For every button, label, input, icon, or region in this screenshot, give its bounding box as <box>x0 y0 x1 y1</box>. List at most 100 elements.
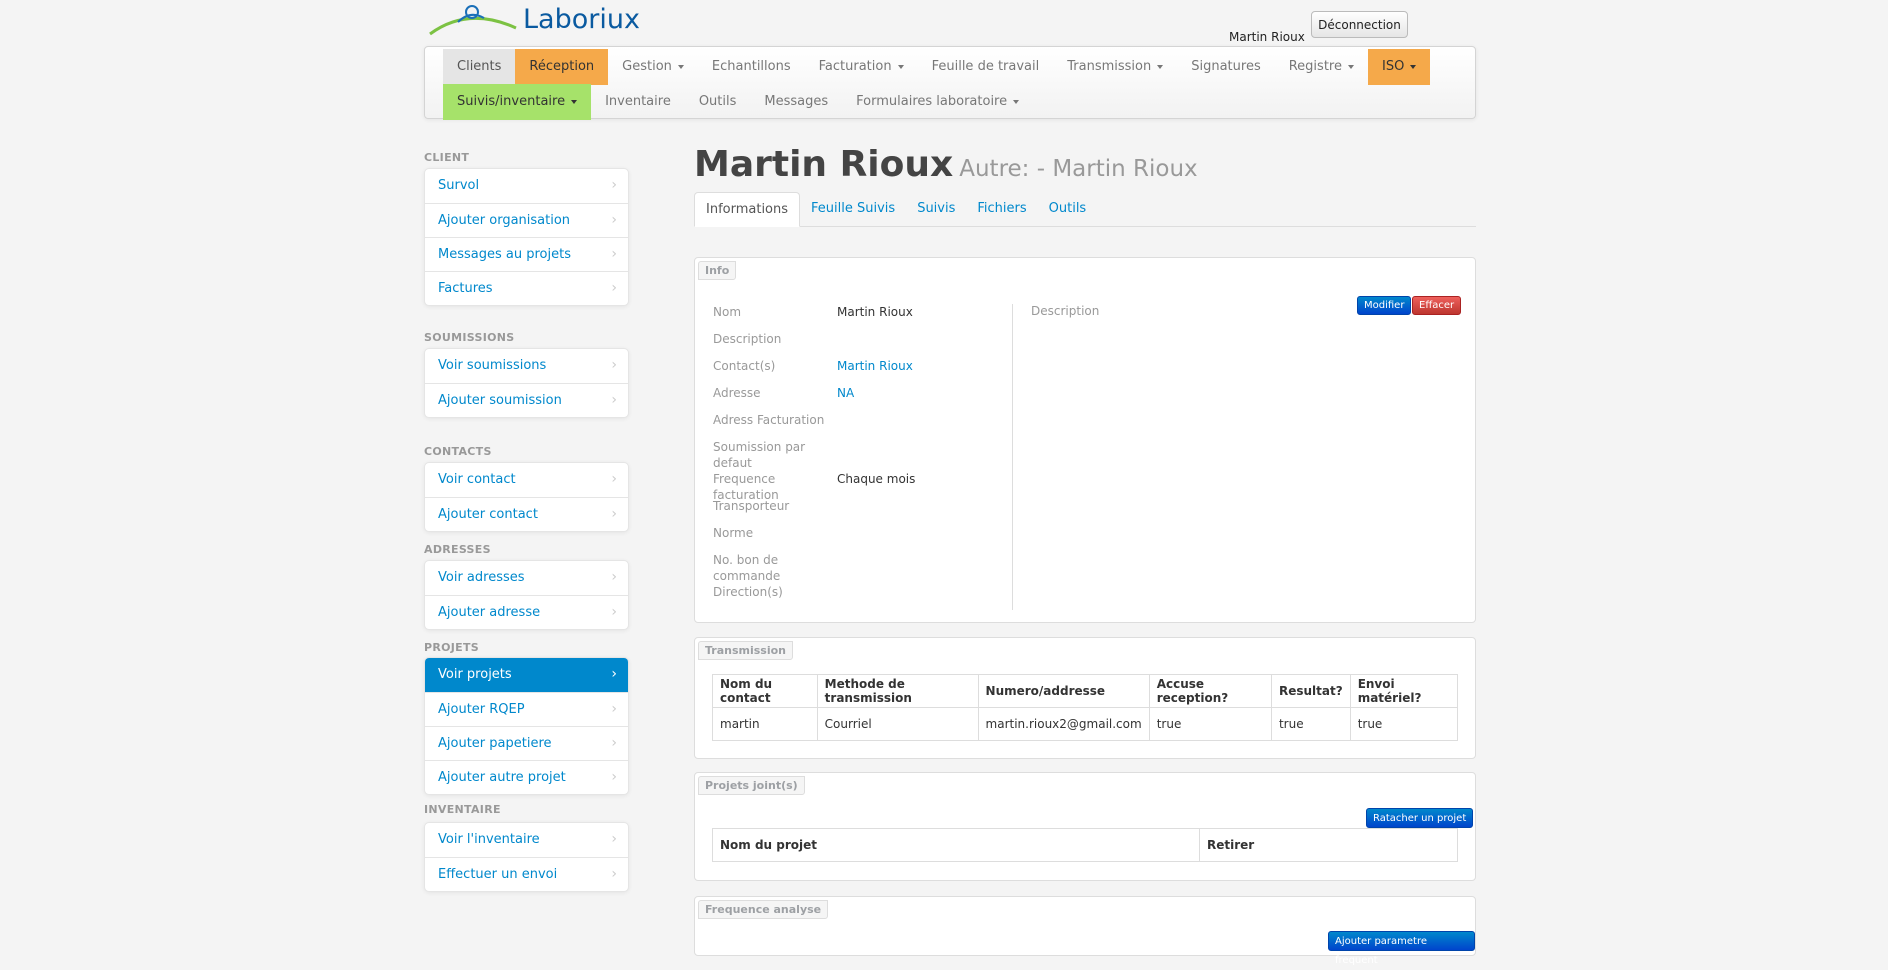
sidebar-item-ajouter-adresse[interactable]: Ajouter adresse › <box>425 595 628 629</box>
info-label: Adresse <box>713 386 761 400</box>
modify-button[interactable]: Modifier <box>1357 296 1412 315</box>
table-cell: martin.rioux2@gmail.com <box>977 707 1150 741</box>
sidebar-item-label: Voir l'inventaire <box>438 832 540 847</box>
info-row-description: Description <box>713 331 837 347</box>
info-row-adress-facturation: Adress Facturation <box>713 412 837 428</box>
info-row-contact-s: Contact(s) Martin Rioux <box>713 358 913 374</box>
sidebar-item-label: Ajouter autre projet <box>438 770 566 785</box>
table-cell: true <box>1349 707 1459 741</box>
info-value[interactable]: NA <box>837 385 854 401</box>
sidebar-item-survol[interactable]: Survol › <box>425 169 628 203</box>
logout-button[interactable]: Déconnection <box>1311 11 1408 38</box>
info-panel: Info Nom Martin Rioux Description Contact(s… <box>694 257 1476 623</box>
nav-item-echantillons[interactable]: Echantillons <box>698 49 805 85</box>
sidebar-item-label: Voir adresses <box>438 570 525 585</box>
chevron-right-icon: › <box>611 866 617 882</box>
sidebar-item-ajouter-autre-projet[interactable]: Ajouter autre projet › <box>425 760 628 794</box>
caret-down-icon <box>571 100 578 104</box>
sidebar-item-ajouter-papetiere[interactable]: Ajouter papetiere › <box>425 726 628 760</box>
chevron-right-icon: › <box>611 831 617 847</box>
info-label: Nom <box>713 305 742 319</box>
delete-button[interactable]: Effacer <box>1412 296 1462 315</box>
sidebar-item-ajouter-soumission[interactable]: Ajouter soumission › <box>425 383 628 417</box>
nav-item-formulaires-laboratoire[interactable]: Formulaires laboratoire <box>842 84 1033 120</box>
info-row-transporteur: Transporteur <box>713 498 837 514</box>
tab-fichiers[interactable]: Fichiers <box>966 192 1037 226</box>
nav-item-registre[interactable]: Registre <box>1275 49 1368 85</box>
nav-item-clients[interactable]: Clients <box>443 49 516 85</box>
sidebar-heading-contacts: CONTACTS <box>424 445 492 458</box>
info-value[interactable]: Martin Rioux <box>837 358 913 374</box>
nav-item-suivis-inventaire[interactable]: Suivis/inventaire <box>443 84 592 120</box>
projets-joints-panel: Projets joint(s) Ratacher un projet Nom … <box>694 772 1476 881</box>
info-divider <box>1012 304 1013 610</box>
chevron-right-icon: › <box>611 280 617 296</box>
tab-outils[interactable]: Outils <box>1038 192 1098 226</box>
column-header: Numero/addresse <box>977 674 1150 708</box>
sidebar-heading-soumissions: SOUMISSIONS <box>424 331 515 344</box>
nav-item-label: Transmission <box>1067 59 1152 74</box>
sidebar-item-factures[interactable]: Factures › <box>425 271 628 305</box>
page-title: Martin Rioux Autre: - Martin Rioux <box>694 144 1198 185</box>
sidebar-item-voir-l-inventaire[interactable]: Voir l'inventaire › <box>425 823 628 857</box>
nav-item-label: Suivis/inventaire <box>457 94 566 109</box>
transmission-panel-label: Transmission <box>698 641 794 660</box>
nav-item-messages[interactable]: Messages <box>750 84 842 120</box>
sidebar-item-effectuer-un-envoi[interactable]: Effectuer un envoi › <box>425 857 628 891</box>
nav-item-reception[interactable]: Réception <box>515 49 609 85</box>
table-header-row: Nom du contact Methode de transmission Num… <box>712 674 1459 708</box>
tab-feuille-suivis[interactable]: Feuille Suivis <box>800 192 906 226</box>
nav-item-gestion[interactable]: Gestion <box>608 49 698 85</box>
logo-swoosh-icon <box>429 5 517 36</box>
sidebar-list-client: Survol › Ajouter organisation › Messages au … <box>424 168 629 306</box>
sidebar-item-voir-adresses[interactable]: Voir adresses › <box>425 561 628 595</box>
sidebar-item-label: Ajouter papetiere <box>438 736 552 751</box>
sidebar-item-ajouter-rqep[interactable]: Ajouter RQEP › <box>425 692 628 726</box>
attach-project-button[interactable]: Ratacher un projet <box>1366 808 1474 828</box>
sidebar-item-label: Ajouter RQEP <box>438 702 525 717</box>
nav-item-feuille-de-travail[interactable]: Feuille de travail <box>918 49 1054 85</box>
navbar-row-2: Suivis/inventaire Inventaire Outils Message… <box>443 84 1033 120</box>
nav-item-signatures[interactable]: Signatures <box>1177 49 1275 85</box>
nav-item-iso[interactable]: ISO <box>1367 49 1431 85</box>
column-header: Methode de transmission <box>816 674 979 708</box>
chevron-right-icon: › <box>611 177 617 193</box>
nav-item-inventaire[interactable]: Inventaire <box>591 84 685 120</box>
sidebar-item-label: Factures <box>438 281 493 296</box>
add-frequent-parameter-button[interactable]: Ajouter parametre frequent <box>1328 931 1475 966</box>
tab-informations[interactable]: Informations <box>694 192 801 227</box>
description-label: Description <box>1031 304 1100 318</box>
info-row-norme: Norme <box>713 525 837 541</box>
tab-suivis[interactable]: Suivis <box>906 192 966 226</box>
sidebar-item-voir-projets[interactable]: Voir projets › <box>425 658 628 692</box>
page-subtitle: Autre: - Martin Rioux <box>959 156 1198 182</box>
sidebar-item-label: Voir soumissions <box>438 358 547 373</box>
nav-item-transmission[interactable]: Transmission <box>1053 49 1177 85</box>
sidebar-item-messages-au-projets[interactable]: Messages au projets › <box>425 237 628 271</box>
column-header: Resultat? <box>1270 674 1351 708</box>
detail-tabs: Informations Feuille Suivis Suivis Fichiers… <box>694 192 1476 227</box>
nav-item-outils[interactable]: Outils <box>685 84 751 120</box>
column-header: Retirer <box>1199 828 1458 862</box>
laboriux-logo[interactable]: Laboriux <box>428 2 640 38</box>
sidebar-item-label: Ajouter contact <box>438 507 538 522</box>
chevron-right-icon: › <box>611 604 617 620</box>
nav-item-label: Registre <box>1288 59 1342 74</box>
nav-item-label: Clients <box>457 59 502 74</box>
nav-item-label: Messages <box>764 94 829 109</box>
sidebar-item-ajouter-contact[interactable]: Ajouter contact › <box>425 497 628 531</box>
nav-item-label: ISO <box>1381 59 1405 74</box>
sidebar-item-voir-soumissions[interactable]: Voir soumissions › <box>425 349 628 383</box>
sidebar-heading-projets: PROJETS <box>424 641 480 654</box>
nav-item-label: Outils <box>698 94 737 109</box>
chevron-right-icon: › <box>611 701 617 717</box>
column-header: Accuse reception? <box>1148 674 1272 708</box>
nav-item-facturation[interactable]: Facturation <box>805 49 918 85</box>
chevron-right-icon: › <box>611 246 617 262</box>
sidebar-heading-inventaire: INVENTAIRE <box>424 803 501 816</box>
sidebar-item-voir-contact[interactable]: Voir contact › <box>425 463 628 497</box>
sidebar-list-projets: Voir projets › Ajouter RQEP › Ajouter papeti… <box>424 657 629 795</box>
sidebar-item-ajouter-organisation[interactable]: Ajouter organisation › <box>425 203 628 237</box>
table-row: martin Courriel martin.rioux2@gmail.com tru… <box>712 707 1459 741</box>
projets-joints-table: Nom du projet Retirer <box>712 828 1458 862</box>
